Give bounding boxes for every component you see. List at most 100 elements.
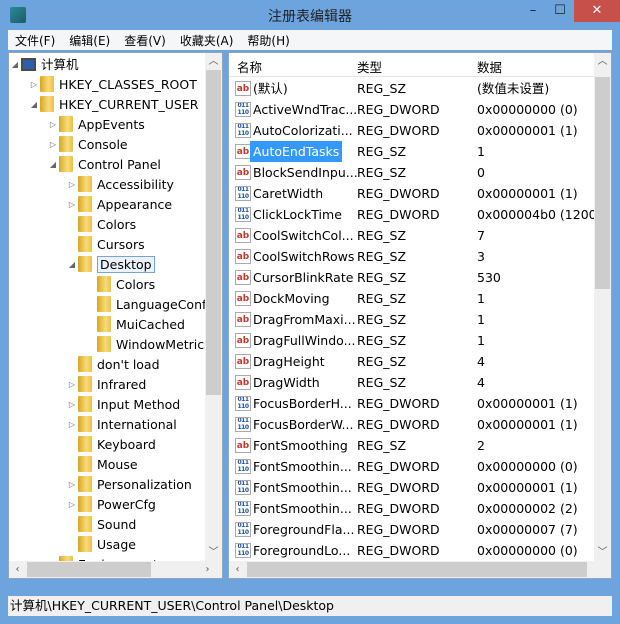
tree-node[interactable]: WindowMetrics [97,335,211,355]
collapse-arrow-icon[interactable]: ◢ [10,55,20,75]
tree-node[interactable]: ◢ HKEY_CURRENT_USER [31,95,198,115]
expand-arrow-icon[interactable]: ▷ [29,75,39,95]
value-data: 1 [477,291,485,306]
tree-node[interactable]: Cursors [78,235,145,255]
table-row[interactable]: ab DockMoving REG_SZ 1 [233,288,593,309]
tree-node[interactable]: ▷ Input Method [69,395,180,415]
tree-node[interactable]: ▷ Personalization [69,475,192,495]
scroll-left-arrow-icon[interactable]: ‹ [9,561,26,578]
table-row[interactable]: 011 110 ForegroundFla... REG_DWORD 0x000000… [233,519,593,540]
table-row[interactable]: ab BlockSendInpu... REG_SZ 0 [233,162,593,183]
scroll-down-arrow-icon[interactable]: ﹀ [594,544,611,561]
value-type: REG_SZ [357,165,407,180]
table-row[interactable]: 011 110 FocusBorderH... REG_DWORD 0x0000000… [233,393,593,414]
tree-node[interactable]: ◢ Desktop [69,255,155,275]
tree-node[interactable]: Sound [78,515,136,535]
table-row[interactable]: 011 110 ClickLockTime REG_DWORD 0x000004b0 … [233,204,602,225]
tree-node[interactable]: MuiCached [97,315,185,335]
table-row[interactable]: 011 110 AutoColorizati... REG_DWORD 0x00000… [233,120,593,141]
scroll-right-arrow-icon[interactable]: › [199,561,216,578]
expand-arrow-icon[interactable]: ▷ [48,115,58,135]
scroll-down-arrow-icon[interactable]: ﹀ [205,544,222,561]
value-data: 4 [477,375,485,390]
tree-node[interactable]: Colors [97,275,155,295]
folder-icon [78,236,92,252]
table-row[interactable]: 011 110 ActiveWndTrac... REG_DWORD 0x000000… [233,99,593,120]
collapse-arrow-icon[interactable]: ◢ [29,95,39,115]
tree-node[interactable]: don't load [78,355,160,375]
tree-node-label: Keyboard [97,437,156,452]
menu-item[interactable]: 编辑(E) [62,30,117,50]
table-row[interactable]: ab DragHeight REG_SZ 4 [233,351,593,372]
column-header-data[interactable]: 数据 [477,57,502,76]
tree-node[interactable]: Keyboard [78,435,156,455]
tree-node[interactable]: ▷ International [69,415,177,435]
tree-node[interactable]: ▷ Console [50,135,128,155]
value-data: 0x00000001 (1) [477,480,578,495]
menu-item[interactable]: 收藏夹(A) [173,30,241,50]
close-button[interactable]: ✕ [574,0,620,22]
scroll-thumb[interactable] [27,562,151,577]
collapse-arrow-icon[interactable]: ◢ [67,255,77,275]
tree-node[interactable]: Usage [78,535,136,555]
table-row[interactable]: ab DragWidth REG_SZ 4 [233,372,593,393]
menu-item[interactable]: 查看(V) [117,30,173,50]
expand-arrow-icon[interactable]: ▷ [67,495,77,515]
tree-node[interactable]: ◢ 计算机 [12,55,79,75]
tree-vertical-scrollbar[interactable]: ︿ ﹀ [205,53,222,561]
table-row[interactable]: ab DragFullWindo... REG_SZ 1 [233,330,593,351]
table-row[interactable]: ab AutoEndTasks REG_SZ 1 [233,141,593,162]
tree-horizontal-scrollbar[interactable]: ‹ › [9,561,222,578]
table-row[interactable]: ab CursorBlinkRate REG_SZ 530 [233,267,593,288]
scroll-thumb[interactable] [247,562,587,577]
value-type: REG_SZ [357,270,407,285]
expand-arrow-icon[interactable]: ▷ [67,415,77,435]
table-row[interactable]: 011 110 ForegroundLo... REG_DWORD 0x0000000… [233,540,593,561]
scroll-up-arrow-icon[interactable]: ︿ [205,53,222,70]
scroll-thumb[interactable] [206,70,221,395]
tree-node[interactable]: ▷ Accessibility [69,175,174,195]
menu-item[interactable]: 文件(F) [8,30,62,50]
string-value-icon: ab [235,228,251,243]
table-row[interactable]: ab DragFromMaxi... REG_SZ 1 [233,309,593,330]
maximize-button[interactable]: ☐ [546,0,574,22]
tree-node[interactable]: ▷ Appearance [69,195,172,215]
tree-node[interactable]: Mouse [78,455,138,475]
tree-node[interactable]: ▷ Infrared [69,375,146,395]
expand-arrow-icon[interactable]: ▷ [48,135,58,155]
expand-arrow-icon[interactable]: ▷ [67,475,77,495]
scroll-up-arrow-icon[interactable]: ︿ [594,53,611,70]
scroll-thumb[interactable] [595,77,610,289]
dword-value-icon: 011 110 [235,522,251,537]
value-type: REG_DWORD [357,459,440,474]
column-header-type[interactable]: 类型 [357,57,382,76]
expand-arrow-icon[interactable]: ▷ [67,395,77,415]
collapse-arrow-icon[interactable]: ◢ [48,155,58,175]
table-row[interactable]: 011 110 FontSmoothin... REG_DWORD 0x0000000… [233,498,593,519]
table-row[interactable]: ab CoolSwitchRows REG_SZ 3 [233,246,593,267]
expand-arrow-icon[interactable]: ▷ [67,195,77,215]
scroll-left-arrow-icon[interactable]: ‹ [229,561,246,578]
column-header-name[interactable]: 名称 [237,57,262,76]
tree-node[interactable]: ▷ AppEvents [50,115,145,135]
table-row[interactable]: 011 110 FocusBorderW... REG_DWORD 0x0000000… [233,414,593,435]
expand-arrow-icon[interactable]: ▷ [67,175,77,195]
table-row[interactable]: 011 110 CaretWidth REG_DWORD 0x00000001 (1) [233,183,593,204]
table-row[interactable]: 011 110 FontSmoothin... REG_DWORD 0x0000000… [233,477,593,498]
minimize-button[interactable]: – [520,0,546,22]
tree-node[interactable]: Colors [78,215,136,235]
table-row[interactable]: 011 110 FontSmoothin... REG_DWORD 0x0000000… [233,456,593,477]
expand-arrow-icon[interactable]: ▷ [67,375,77,395]
value-data: 0x00000000 (0) [477,459,578,474]
table-row[interactable]: ab FontSmoothing REG_SZ 2 [233,435,593,456]
list-vertical-scrollbar[interactable]: ︿ ﹀ [594,53,611,561]
tree-node[interactable]: ▷ PowerCfg [69,495,156,515]
menu-item[interactable]: 帮助(H) [240,30,296,50]
folder-icon [78,416,92,432]
value-data: 530 [477,270,501,285]
tree-node[interactable]: ▷ HKEY_CLASSES_ROOT [31,75,197,95]
table-row[interactable]: ab (默认) REG_SZ (数值未设置) [233,78,593,99]
tree-node[interactable]: ◢ Control Panel [50,155,161,175]
table-row[interactable]: ab CoolSwitchCol... REG_SZ 7 [233,225,593,246]
list-horizontal-scrollbar[interactable]: ‹ [229,561,611,578]
